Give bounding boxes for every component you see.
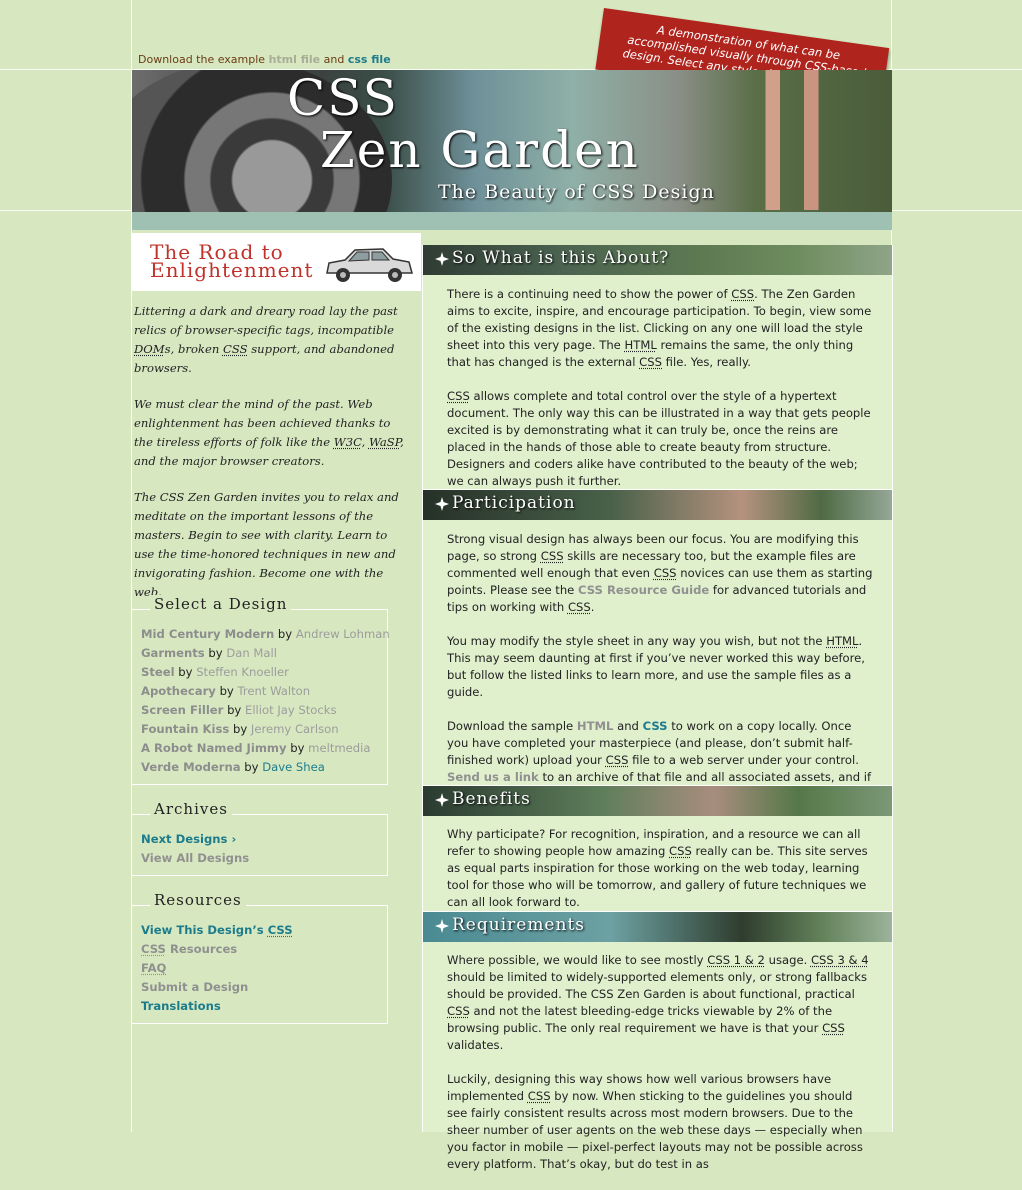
main-content: So What is this About? There is a contin… xyxy=(422,245,893,1171)
view-design-css-link[interactable]: View This Design’s CSS xyxy=(141,923,293,937)
archives-heading: Archives xyxy=(150,800,232,818)
design-name-link[interactable]: Apothecary xyxy=(141,684,216,698)
design-author-link[interactable]: Dan Mall xyxy=(226,646,277,660)
about-section-title: So What is this About? xyxy=(452,248,670,268)
section-paragraph: There is a continuing need to show the p… xyxy=(447,287,872,369)
site-subtitle: The Beauty of CSS Design xyxy=(438,181,715,203)
participation-section-title: Participation xyxy=(452,493,576,513)
design-name-link[interactable]: Garments xyxy=(141,646,205,660)
sample-css-link[interactable]: CSS xyxy=(643,719,668,733)
site-title-line1: CSS xyxy=(287,70,399,127)
html-file-link[interactable]: html file xyxy=(269,53,321,66)
design-author-link[interactable]: Steffen Knoeller xyxy=(196,665,289,679)
send-us-a-link[interactable]: Send us a link xyxy=(447,770,539,784)
design-list: Mid Century Modern by Andrew Lohman Garm… xyxy=(132,610,390,777)
site-title-line2: Zen Garden xyxy=(320,121,640,179)
about-section-body: There is a continuing need to show the p… xyxy=(447,286,875,507)
requirements-section-body: Where possible, we would like to see mos… xyxy=(447,952,875,1190)
resources-box: Resources View This Design’s CSS CSS Res… xyxy=(131,891,388,1024)
resource-item: Submit a Design xyxy=(141,978,387,997)
participation-section-body: Strong visual design has always been our… xyxy=(447,531,875,820)
archive-item: View All Designs xyxy=(141,849,387,868)
archives-box: Archives Next Designs › View All Designs xyxy=(131,800,388,876)
faq-link[interactable]: FAQ xyxy=(141,961,166,975)
header-banner: CSS Zen Garden The Beauty of CSS Design xyxy=(132,70,892,230)
css-resource-guide-link[interactable]: CSS Resource Guide xyxy=(578,583,709,597)
road-banner-title: The Road to Enlightenment xyxy=(150,242,314,282)
download-bar: Download the example html file and css f… xyxy=(138,53,391,66)
submit-design-link[interactable]: Submit a Design xyxy=(141,980,248,994)
design-name-link[interactable]: Mid Century Modern xyxy=(141,627,274,641)
archive-item: Next Designs › xyxy=(141,830,387,849)
road-banner-line2: Enlightenment xyxy=(150,258,314,282)
intro-text: Littering a dark and dreary road lay the… xyxy=(134,302,404,619)
resource-item: FAQ xyxy=(141,959,387,978)
participation-section-header: Participation xyxy=(423,490,892,520)
star-bullet-icon xyxy=(435,252,449,266)
section-paragraph: Luckily, designing this way shows how we… xyxy=(447,1072,863,1171)
intro-paragraph: The CSS Zen Garden invites you to relax … xyxy=(134,490,399,599)
header-strip xyxy=(132,212,892,230)
resource-item: CSS Resources xyxy=(141,940,387,959)
star-bullet-icon xyxy=(435,497,449,511)
select-design-heading: Select a Design xyxy=(150,595,292,613)
car-icon xyxy=(326,248,413,282)
legs-illustration xyxy=(732,70,852,210)
css-resources-link[interactable]: CSS Resources xyxy=(141,942,237,956)
download-and: and xyxy=(320,53,348,66)
intro-paragraph: Littering a dark and dreary road lay the… xyxy=(134,304,398,375)
section-paragraph: Why participate? For recognition, inspir… xyxy=(447,827,868,909)
design-item: Fountain Kiss by Jeremy Carlson xyxy=(141,722,339,736)
star-bullet-icon xyxy=(435,919,449,933)
requirements-section-title: Requirements xyxy=(452,915,586,935)
next-designs-link[interactable]: Next Designs › xyxy=(141,832,236,846)
resource-item: View This Design’s CSS xyxy=(141,921,387,940)
design-author-link[interactable]: Andrew Lohman xyxy=(296,627,390,641)
design-name-link[interactable]: Screen Filler xyxy=(141,703,223,717)
archives-list: Next Designs › View All Designs xyxy=(132,815,387,868)
design-item: A Robot Named Jimmy by meltmedia xyxy=(141,741,371,755)
translations-link[interactable]: Translations xyxy=(141,999,221,1013)
section-paragraph: Strong visual design has always been our… xyxy=(447,532,873,614)
benefits-section-title: Benefits xyxy=(452,789,531,809)
view-all-designs-link[interactable]: View All Designs xyxy=(141,851,249,865)
design-item: Garments by Dan Mall xyxy=(141,646,277,660)
design-name-link[interactable]: Steel xyxy=(141,665,175,679)
design-name-link[interactable]: Verde Moderna xyxy=(141,760,241,774)
star-bullet-icon xyxy=(435,793,449,807)
section-paragraph: You may modify the style sheet in any wa… xyxy=(447,634,865,699)
design-item: Screen Filler by Elliot Jay Stocks xyxy=(141,703,337,717)
resources-heading: Resources xyxy=(150,891,246,909)
benefits-section-header: Benefits xyxy=(423,786,892,816)
design-item: Apothecary by Trent Walton xyxy=(141,684,311,698)
resources-list: View This Design’s CSS CSS Resources FAQ… xyxy=(132,906,387,1016)
design-author-link[interactable]: Jeremy Carlson xyxy=(251,722,339,736)
design-author-link[interactable]: meltmedia xyxy=(308,741,370,755)
road-banner: The Road to Enlightenment xyxy=(131,233,421,291)
requirements-section-header: Requirements xyxy=(423,912,892,942)
design-name-link[interactable]: A Robot Named Jimmy xyxy=(141,741,287,755)
select-design-box: Select a Design Mid Century Modern by An… xyxy=(131,595,390,785)
section-paragraph: Where possible, we would like to see mos… xyxy=(447,953,869,1052)
site-title: CSS Zen Garden xyxy=(287,72,640,176)
resource-item: Translations xyxy=(141,997,387,1016)
design-author-link[interactable]: Trent Walton xyxy=(237,684,310,698)
design-name-link[interactable]: Fountain Kiss xyxy=(141,722,229,736)
section-paragraph: CSS allows complete and total control ov… xyxy=(447,389,871,488)
design-item: Mid Century Modern by Andrew Lohman xyxy=(141,627,390,641)
sample-html-link[interactable]: HTML xyxy=(577,719,614,733)
design-item: Verde Moderna by Dave Shea xyxy=(141,760,325,774)
download-prefix: Download the example xyxy=(138,53,269,66)
intro-paragraph: We must clear the mind of the past. Web … xyxy=(134,397,404,468)
about-section-header: So What is this About? xyxy=(423,245,892,275)
css-file-link[interactable]: css file xyxy=(348,53,391,66)
design-author-link[interactable]: Elliot Jay Stocks xyxy=(245,703,337,717)
design-item: Steel by Steffen Knoeller xyxy=(141,665,289,679)
design-author-link[interactable]: Dave Shea xyxy=(262,760,325,774)
